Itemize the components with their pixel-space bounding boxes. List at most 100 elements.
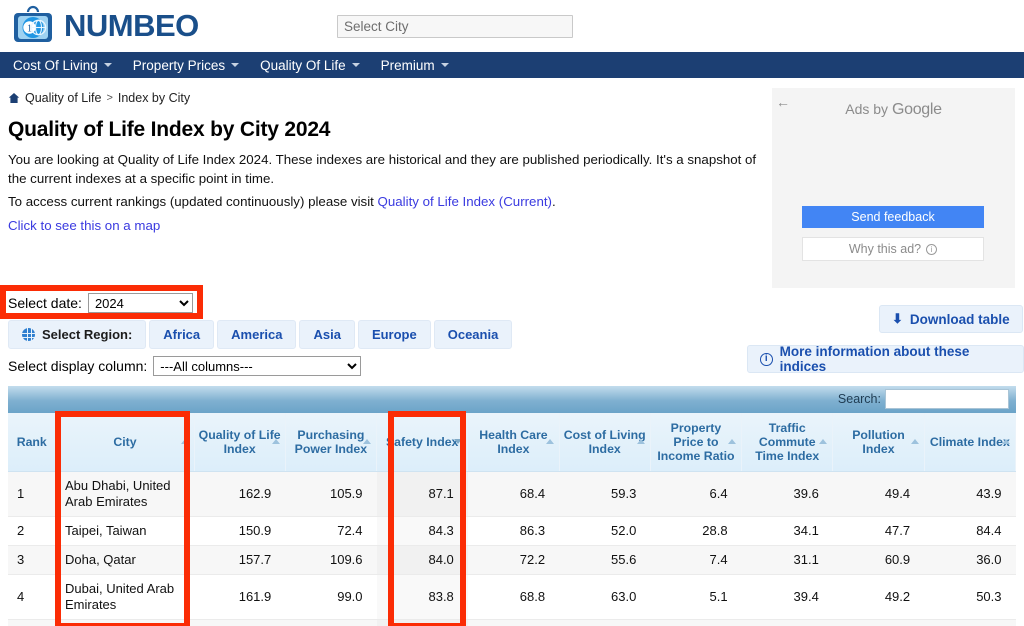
cell-ppi: 105.9: [285, 471, 377, 517]
header-label: Quality of Life Index: [198, 427, 281, 456]
cell-pollution: 47.7: [832, 516, 925, 546]
why-this-ad-button[interactable]: Why this ad? i: [802, 237, 984, 261]
select-date-control: Select date: 2024: [8, 293, 193, 313]
cell-pollution: 49.4: [832, 471, 925, 517]
sort-ascending-icon: [819, 438, 828, 444]
cell-climate: 36.0: [924, 545, 1016, 575]
chevron-down-icon: [103, 63, 112, 67]
sort-ascending-icon: [180, 438, 189, 444]
sort-descending-icon: [454, 438, 463, 444]
cell-climate: 67.2: [924, 619, 1016, 626]
nav-label: Premium: [380, 57, 435, 73]
region-button-oceania[interactable]: Oceania: [433, 320, 513, 349]
more-information-button[interactable]: i More information about these indices: [747, 344, 1024, 374]
header-label: Cost of Living Index: [563, 427, 646, 456]
column-header-traffic-commute-time-index[interactable]: Traffic Commute Time Index: [741, 413, 834, 472]
breadcrumb-item-quality-of-life[interactable]: Quality of Life: [25, 91, 101, 105]
chevron-down-icon: [231, 63, 240, 67]
google-ad-panel: ← Ads by Google Send feedback Why this a…: [772, 88, 1015, 288]
download-table-button[interactable]: ⬇ Download table: [879, 305, 1023, 333]
search-label: Search:: [837, 392, 881, 406]
cell-ppir: 7.4: [650, 545, 742, 575]
column-header-health-care-index[interactable]: Health Care Index: [467, 413, 560, 472]
nav-item-premium[interactable]: Premium: [381, 58, 458, 73]
column-header-cost-of-living-index[interactable]: Cost of Living Index: [559, 413, 651, 472]
cell-safety: 84.0: [376, 545, 468, 575]
nav-item-property-prices[interactable]: Property Prices: [133, 58, 248, 73]
breadcrumb-item-index-by-city: Index by City: [117, 91, 191, 105]
sort-ascending-icon: [271, 438, 280, 444]
period: .: [551, 194, 556, 209]
site-logo[interactable]: 1 NUMBEO: [10, 2, 199, 48]
ads-by-google-label: Ads by Google: [772, 101, 1015, 119]
region-button-asia[interactable]: Asia: [299, 320, 355, 349]
nav-item-quality-of-life[interactable]: Quality Of Life: [260, 58, 369, 73]
table-row[interactable]: 4 Dubai, United Arab Emirates 161.9 99.0…: [8, 574, 1016, 620]
cell-safety: 87.1: [376, 471, 468, 517]
select-display-column-dropdown[interactable]: ---All columns---: [153, 356, 362, 376]
cell-col: 52.0: [559, 516, 651, 546]
header-label: Climate Index: [929, 434, 1010, 449]
ads-by-text: Ads by: [845, 101, 892, 117]
cell-qol: 162.9: [194, 471, 286, 517]
select-display-column-control: Select display column: ---All columns---: [8, 356, 362, 376]
table-row[interactable]: 2 Taipei, Taiwan 150.9 72.4 84.3 86.3 52…: [8, 516, 1016, 546]
top-bar: 1 NUMBEO: [0, 0, 1024, 52]
region-button-africa[interactable]: Africa: [149, 320, 215, 349]
nav-label: Cost Of Living: [13, 57, 98, 73]
column-header-city[interactable]: City: [56, 413, 195, 472]
column-header-pollution-index[interactable]: Pollution Index: [832, 413, 925, 472]
sort-ascending-icon: [910, 438, 919, 444]
home-icon: [8, 92, 20, 104]
cell-ppi: 99.0: [285, 574, 377, 620]
nav-item-cost-of-living[interactable]: Cost Of Living: [13, 58, 121, 73]
cell-ppir: 6.4: [650, 471, 742, 517]
column-header-rank[interactable]: Rank: [8, 413, 57, 472]
cell-safety: 84.3: [376, 516, 468, 546]
cell-ppir: 28.8: [650, 516, 742, 546]
cell-col: 55.6: [559, 545, 651, 575]
google-wordmark: Google: [891, 101, 942, 118]
quality-of-life-current-link[interactable]: Quality of Life Index (Current): [378, 194, 552, 209]
select-region-label: Select Region:: [8, 320, 147, 349]
column-header-climate-index[interactable]: Climate Index: [924, 413, 1017, 472]
main-navigation: Cost Of Living Property Prices Quality O…: [0, 52, 1024, 78]
region-button-europe[interactable]: Europe: [357, 320, 431, 349]
current-rankings-text: To access current rankings (updated cont…: [8, 194, 378, 209]
sort-ascending-icon: [545, 438, 554, 444]
cell-city: Taipei, Taiwan: [56, 516, 194, 546]
cell-city: Dubai, United Arab Emirates: [56, 574, 194, 620]
header-label: Health Care Index: [479, 427, 548, 456]
column-header-property-price-to-income-ratio[interactable]: Property Price to Income Ratio: [650, 413, 743, 472]
download-icon: ⬇: [892, 311, 903, 326]
table-search-input[interactable]: [885, 389, 1009, 409]
header-label: Pollution Index: [852, 427, 905, 456]
select-date-dropdown[interactable]: 2024: [87, 293, 193, 313]
cell-traffic: 20.2: [741, 619, 833, 626]
cell-traffic: 34.1: [741, 516, 833, 546]
column-header-purchasing-power-index[interactable]: Purchasing Power Index: [285, 413, 378, 472]
send-feedback-button[interactable]: Send feedback: [802, 206, 984, 228]
nav-label: Quality Of Life: [260, 57, 346, 73]
more-information-label: More information about these indices: [779, 344, 970, 374]
table-head: Rank City Quality of Life Index Purchasi…: [8, 413, 1017, 472]
see-on-map-link[interactable]: Click to see this on a map: [8, 218, 160, 233]
cell-city: Muscat, Oman: [56, 619, 194, 626]
cell-rank: 3: [8, 545, 56, 575]
table-row[interactable]: 5 Muscat, Oman 176.0 82.7 80.2 60.7 45.6…: [8, 619, 1016, 626]
why-this-ad-label: Why this ad?: [848, 242, 922, 256]
cell-ppi: 109.6: [285, 545, 377, 575]
cell-rank: 4: [8, 574, 56, 620]
quality-of-life-index-table: Rank City Quality of Life Index Purchasi…: [8, 413, 1017, 626]
table-row[interactable]: 3 Doha, Qatar 157.7 109.6 84.0 72.2 55.6…: [8, 545, 1016, 575]
sort-ascending-icon: [363, 438, 372, 444]
intro-paragraph: You are looking at Quality of Life Index…: [8, 152, 757, 186]
column-header-quality-of-life-index[interactable]: Quality of Life Index: [194, 413, 286, 472]
table-row[interactable]: 1 Abu Dhabi, United Arab Emirates 162.9 …: [8, 471, 1016, 517]
cell-col: 59.3: [559, 471, 651, 517]
sort-ascending-icon: [636, 438, 645, 444]
region-button-america[interactable]: America: [217, 320, 297, 349]
column-header-safety-index[interactable]: Safety Index: [376, 413, 469, 472]
city-search-input[interactable]: [337, 15, 573, 38]
info-icon: i: [926, 243, 938, 255]
